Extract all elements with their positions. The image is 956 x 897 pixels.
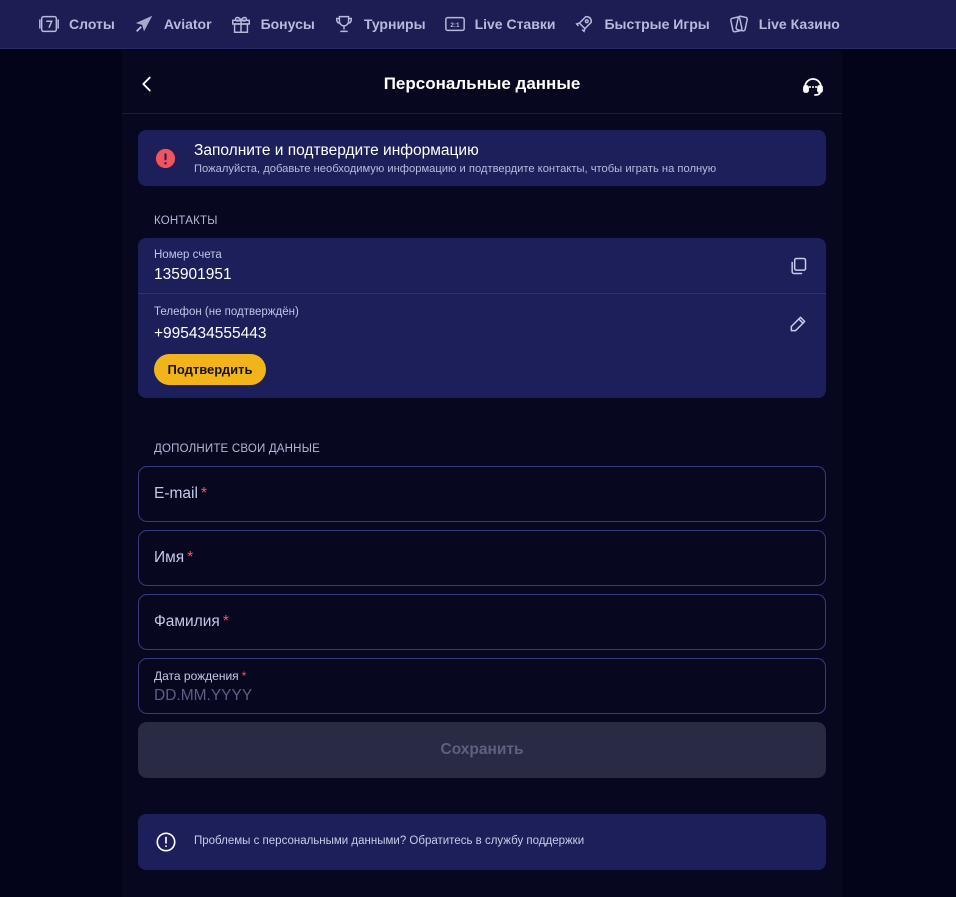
fill-info-alert: Заполните и подтвердите информацию Пожал… — [138, 130, 826, 186]
page-title: Персональные данные — [383, 74, 581, 93]
copy-icon[interactable] — [788, 256, 808, 276]
contacts-card: Номер счета 135901951 Телефон (не подтве… — [138, 238, 826, 398]
info-circle-icon — [156, 832, 176, 852]
email-field[interactable]: E-mail * — [138, 466, 826, 522]
account-number-label: Номер счета — [154, 249, 222, 261]
row-divider — [138, 293, 826, 294]
contacts-section-label: КОНТАКТЫ — [154, 215, 218, 227]
last-name-field-label: Фамилия * — [154, 613, 229, 630]
phone-value: +995434555443 — [154, 325, 267, 342]
slot-seven-icon — [39, 15, 59, 33]
nav-item-aviator[interactable]: Aviator — [133, 13, 212, 35]
email-field-label: E-mail * — [154, 485, 207, 502]
profile-section-label: ДОПОЛНИТЕ СВОИ ДАННЫЕ — [154, 443, 320, 455]
first-name-field-label: Имя * — [154, 549, 194, 566]
gift-icon — [231, 16, 250, 33]
nav-item-tournaments[interactable]: Турниры — [333, 13, 426, 35]
nav-item-fast-games[interactable]: Быстрые Игры — [573, 13, 710, 35]
nav-item-slots[interactable]: Слоты — [38, 13, 115, 35]
first-name-field[interactable]: Имя * — [138, 530, 826, 586]
required-asterisk: * — [222, 613, 229, 630]
save-button: Сохранить — [138, 722, 826, 778]
support-note: Проблемы с персональными данными? Обрати… — [138, 814, 826, 870]
required-asterisk: * — [187, 549, 194, 566]
nav-item-label: Aviator — [163, 16, 212, 32]
plane-icon — [135, 15, 153, 32]
required-asterisk: * — [241, 669, 247, 683]
nav-item-live-casino[interactable]: Live Казино — [728, 13, 840, 35]
nav-item-label: Live Казино — [758, 16, 840, 32]
confirm-phone-button[interactable]: Подтвердить — [154, 354, 266, 385]
support-note-text[interactable]: Проблемы с персональными данными? Обрати… — [194, 835, 584, 847]
birth-date-field-label: Дата рождения * — [154, 669, 247, 683]
alert-title: Заполните и подтвердите информацию — [194, 142, 479, 159]
nav-item-label: Live Ставки — [474, 16, 556, 32]
cards-icon — [729, 15, 748, 33]
phone-label: Телефон (не подтверждён) — [154, 306, 299, 318]
alert-text: Пожалуйста, добавьте необходимую информа… — [194, 163, 717, 175]
score-board-icon: 2:1 — [444, 16, 465, 32]
rocket-icon — [575, 15, 593, 33]
support-headset-icon[interactable] — [801, 74, 825, 98]
nav-item-live-bets[interactable]: 2:1 Live Ставки — [444, 13, 556, 35]
account-number-value: 135901951 — [154, 266, 232, 283]
trophy-icon — [335, 15, 352, 33]
nav-item-label: Слоты — [69, 16, 115, 32]
top-navigation: Слоты Aviator Бонусы Турниры 2:1 Live Ст… — [0, 0, 956, 49]
nav-item-label: Турниры — [363, 16, 426, 32]
personal-data-panel: Персональные данные Заполните и подтверд… — [122, 50, 842, 897]
birth-date-field[interactable]: Дата рождения * — [138, 658, 826, 714]
last-name-field[interactable]: Фамилия * — [138, 594, 826, 650]
required-asterisk: * — [200, 485, 207, 502]
svg-text:2:1: 2:1 — [450, 22, 460, 29]
birth-date-input[interactable] — [154, 686, 454, 706]
nav-item-label: Быстрые Игры — [604, 16, 710, 32]
nav-item-bonuses[interactable]: Бонусы — [230, 13, 315, 35]
alert-icon — [155, 148, 176, 169]
edit-pencil-icon[interactable] — [788, 314, 808, 334]
nav-item-label: Бонусы — [260, 16, 315, 32]
panel-header: Персональные данные — [122, 50, 842, 114]
